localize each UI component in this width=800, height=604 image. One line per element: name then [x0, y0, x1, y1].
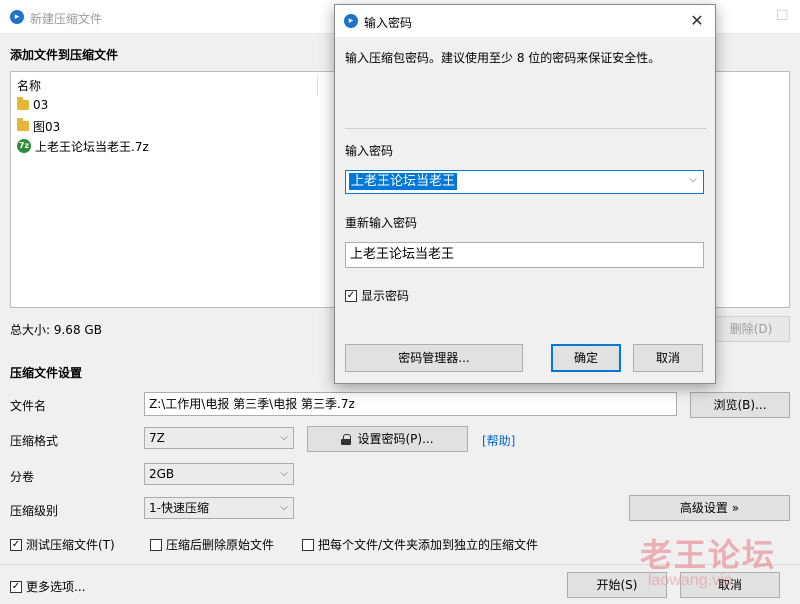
- password-dialog: ▸ 输入密码 ✕ 输入压缩包密码。建议使用至少 8 位的密码来保证安全性。 输入…: [334, 4, 716, 384]
- password-input[interactable]: 上老王论坛当老王 ⌵: [345, 170, 704, 194]
- column-divider[interactable]: [317, 74, 318, 96]
- checkbox-box: ✓: [10, 538, 22, 551]
- repeat-password-input[interactable]: 上老王论坛当老王: [345, 242, 704, 268]
- settings-section-label: 压缩文件设置: [10, 366, 83, 380]
- test-archive-label: 测试压缩文件(T): [26, 538, 115, 552]
- maximize-icon[interactable]: ☐: [776, 8, 789, 24]
- chevron-down-icon: ⌵: [280, 432, 288, 443]
- set-password-button[interactable]: 设置密码(P)...: [307, 426, 468, 452]
- show-password-label: 显示密码: [361, 289, 410, 303]
- app-icon: ▸: [344, 14, 358, 28]
- split-value: 2GB: [149, 467, 175, 481]
- browse-button[interactable]: 浏览(B)...: [690, 392, 790, 418]
- each-separate-label: 把每个文件/文件夹添加到独立的压缩文件: [318, 538, 539, 552]
- password-value: 上老王论坛当老王: [349, 173, 458, 190]
- list-item-label: 上老王论坛当老王.7z: [35, 139, 149, 154]
- close-icon[interactable]: ✕: [687, 11, 707, 31]
- delete-after-checkbox[interactable]: 压缩后删除原始文件: [150, 536, 274, 553]
- dialog-title: 输入密码: [364, 16, 413, 30]
- show-password-checkbox[interactable]: ✓ 显示密码: [345, 287, 409, 304]
- checkbox-box: ✓: [345, 289, 357, 302]
- dialog-description: 输入压缩包密码。建议使用至少 8 位的密码来保证安全性。: [345, 51, 661, 65]
- more-options-checkbox[interactable]: ✓ 更多选项...: [10, 578, 85, 595]
- chevron-down-icon: ⌵: [280, 468, 288, 479]
- folder-icon: [17, 118, 29, 131]
- split-select[interactable]: 2GB ⌵: [144, 463, 294, 485]
- each-separate-checkbox[interactable]: 把每个文件/文件夹添加到独立的压缩文件: [302, 536, 538, 553]
- filename-label: 文件名: [10, 399, 47, 413]
- app-icon: ▸: [10, 10, 24, 24]
- format-select[interactable]: 7Z ⌵: [144, 427, 294, 449]
- advanced-settings-button[interactable]: 高级设置 »: [629, 495, 790, 521]
- dialog-cancel-button[interactable]: 取消: [633, 344, 703, 372]
- total-size: 总大小: 9.68 GB: [10, 323, 102, 337]
- add-files-label: 添加文件到压缩文件: [10, 48, 119, 62]
- list-item-label: 图03: [33, 119, 61, 134]
- checkbox-box: [302, 538, 314, 551]
- dialog-titlebar: ▸ 输入密码 ✕: [335, 5, 715, 37]
- repeat-password-label: 重新输入密码: [345, 216, 418, 230]
- format-label: 压缩格式: [10, 434, 59, 448]
- list-item[interactable]: 03: [17, 95, 48, 115]
- level-value: 1-快速压缩: [149, 501, 209, 515]
- chevron-down-icon[interactable]: ⌵: [689, 174, 697, 185]
- checkbox-box: [150, 538, 162, 551]
- delete-after-label: 压缩后删除原始文件: [166, 538, 275, 552]
- window-title: 新建压缩文件: [30, 12, 103, 26]
- column-header-name[interactable]: 名称: [17, 77, 41, 94]
- archive-icon: 7z: [17, 139, 31, 153]
- set-password-label: 设置密码(P)...: [357, 432, 434, 446]
- checkbox-box: ✓: [10, 580, 22, 593]
- level-label: 压缩级别: [10, 504, 59, 518]
- password-label: 输入密码: [345, 144, 394, 158]
- more-options-label: 更多选项...: [26, 580, 86, 594]
- delete-button[interactable]: 删除(D): [712, 316, 790, 342]
- list-item-label: 03: [33, 98, 49, 112]
- level-select[interactable]: 1-快速压缩 ⌵: [144, 497, 294, 519]
- test-archive-checkbox[interactable]: ✓ 测试压缩文件(T): [10, 536, 115, 553]
- watermark-url: laowang.vip: [648, 572, 733, 589]
- password-manager-button[interactable]: 密码管理器...: [345, 344, 523, 372]
- ok-button[interactable]: 确定: [551, 344, 621, 372]
- watermark-logo: 老王论坛: [640, 536, 777, 574]
- help-link[interactable]: [帮助]: [482, 432, 515, 449]
- chevron-down-icon: ⌵: [280, 502, 288, 513]
- list-item[interactable]: 图03: [17, 116, 60, 136]
- format-value: 7Z: [149, 431, 165, 445]
- lock-icon: [341, 433, 352, 445]
- folder-icon: [17, 97, 29, 110]
- filename-field[interactable]: Z:\工作用\电报 第三季\电报 第三季.7z: [144, 392, 677, 416]
- split-label: 分卷: [10, 470, 35, 484]
- dialog-separator: [345, 128, 707, 129]
- list-item[interactable]: 7z 上老王论坛当老王.7z: [17, 136, 149, 156]
